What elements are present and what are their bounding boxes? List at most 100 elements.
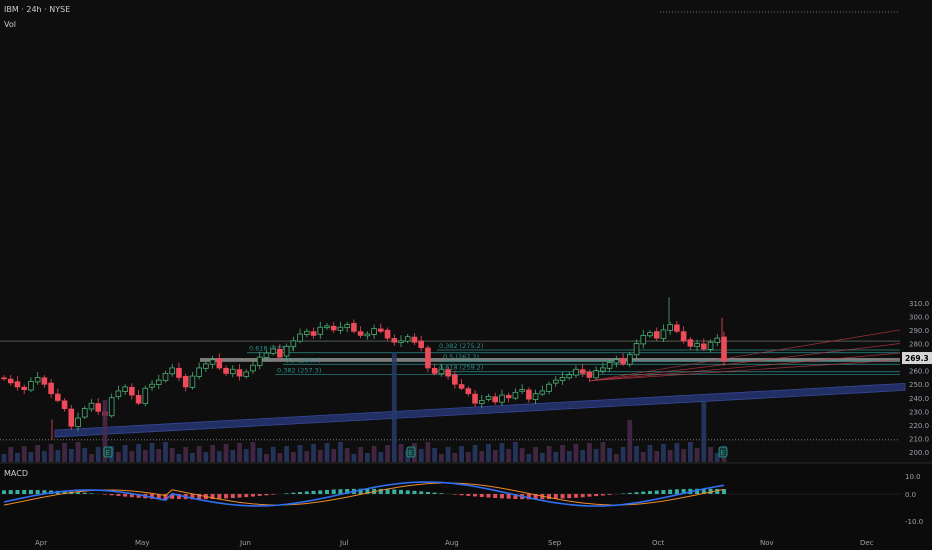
earnings-marker-text: E (721, 449, 725, 457)
candle-body (290, 340, 297, 348)
x-tick-label: Jun (239, 539, 251, 547)
candle-body (162, 372, 169, 381)
candle-body (115, 390, 122, 398)
volume-bar (317, 450, 323, 462)
macd-histogram-bar (654, 490, 659, 494)
volume-bar (479, 451, 485, 462)
volume-bar (533, 447, 538, 462)
candle-body (620, 358, 626, 365)
volume-bar (445, 447, 451, 462)
volume-bar (358, 447, 364, 462)
candle-body (667, 324, 673, 331)
candle-body (687, 339, 694, 347)
candle-body (203, 363, 209, 369)
macd-histogram-bar (2, 490, 6, 494)
candle-body (216, 358, 223, 369)
macd-histogram-bar (647, 491, 652, 494)
macd-histogram-bar (600, 494, 605, 496)
y-tick-label: 220.0 (909, 422, 929, 430)
y-tick-label: 250.0 (909, 381, 929, 389)
macd-histogram-bar (318, 490, 323, 494)
volume-bar (587, 443, 592, 462)
macd-histogram-bar (392, 489, 397, 494)
candle-body (14, 381, 21, 388)
candle-body (505, 395, 512, 399)
volume-bar (613, 454, 619, 462)
candle-body (626, 353, 633, 365)
candle-body (28, 381, 34, 391)
volume-bar (41, 451, 47, 462)
macd-histogram-bar (89, 493, 94, 494)
volume-bar (385, 445, 390, 462)
volume-bar (284, 446, 290, 462)
volume-bar (398, 444, 404, 462)
macd-histogram-bar (587, 494, 592, 497)
earnings-marker-text: E (106, 449, 110, 457)
candle-body (122, 386, 128, 392)
candle-body (304, 330, 310, 335)
macd-histogram-bar (432, 492, 437, 494)
volume-bar (115, 452, 121, 462)
x-tick-label: Oct (652, 539, 664, 547)
candle-body (357, 331, 364, 336)
volume-bar (351, 454, 357, 462)
volume-bar (75, 442, 81, 462)
candle-body (378, 328, 384, 332)
candle-body (142, 387, 149, 404)
candle-body (472, 393, 478, 404)
macd-histogram-bar (419, 491, 424, 494)
candle-body (707, 341, 714, 350)
macd-histogram-bar (102, 494, 107, 495)
macd-histogram-bar (123, 494, 128, 497)
volume-bar (196, 446, 202, 462)
macd-histogram-bar (493, 494, 498, 498)
candle-body (532, 393, 539, 400)
candle-body (55, 393, 61, 401)
volume-bar (324, 443, 330, 462)
volume-bar (708, 447, 713, 462)
macd-histogram-bar (668, 489, 673, 494)
volume-bar (627, 420, 633, 462)
volume-bar (48, 444, 54, 462)
candle-body (674, 324, 680, 332)
macd-histogram-bar (425, 491, 430, 494)
macd-histogram-bar (28, 489, 33, 494)
candle-body (364, 333, 371, 337)
candle-body (324, 325, 330, 329)
macd-histogram-bar (412, 490, 417, 494)
candle-body (169, 367, 176, 375)
candle-body (1, 377, 7, 380)
macd-pane (0, 463, 932, 550)
macd-histogram-bar (304, 491, 309, 494)
volume-bar (243, 449, 249, 462)
candle-body (7, 378, 14, 384)
price-badge-text: 269.3 (905, 354, 929, 363)
candle-body (526, 389, 532, 400)
volume-bar (634, 446, 639, 462)
macd-histogram-bar (399, 489, 404, 494)
macd-histogram-bar (385, 489, 390, 494)
volume-bar (694, 448, 700, 462)
macd-histogram-bar (291, 492, 296, 494)
volume-bar (311, 444, 316, 462)
volume-bar (519, 448, 525, 462)
volume-bar (290, 452, 296, 462)
y-tick-label: 230.0 (909, 408, 929, 416)
candle-body (196, 367, 202, 377)
macd-histogram-bar (560, 494, 565, 499)
candle-body (81, 408, 88, 418)
volume-bar (62, 443, 67, 462)
candle-body (283, 345, 290, 357)
candle-body (694, 343, 700, 348)
volume-bar (15, 453, 20, 462)
volume-bar (506, 449, 512, 462)
volume-bar (190, 453, 195, 462)
volume-bar (163, 442, 168, 462)
volume-bar (465, 452, 471, 462)
fib-label: 0.382 (257.3) (277, 366, 321, 374)
price-chart[interactable]: 200.0210.0220.0230.0240.0250.0260.0270.0… (0, 0, 932, 550)
candle-body (458, 384, 465, 389)
volume-bar (55, 450, 61, 462)
volume-bar (21, 446, 27, 462)
volume-bar (257, 448, 263, 462)
